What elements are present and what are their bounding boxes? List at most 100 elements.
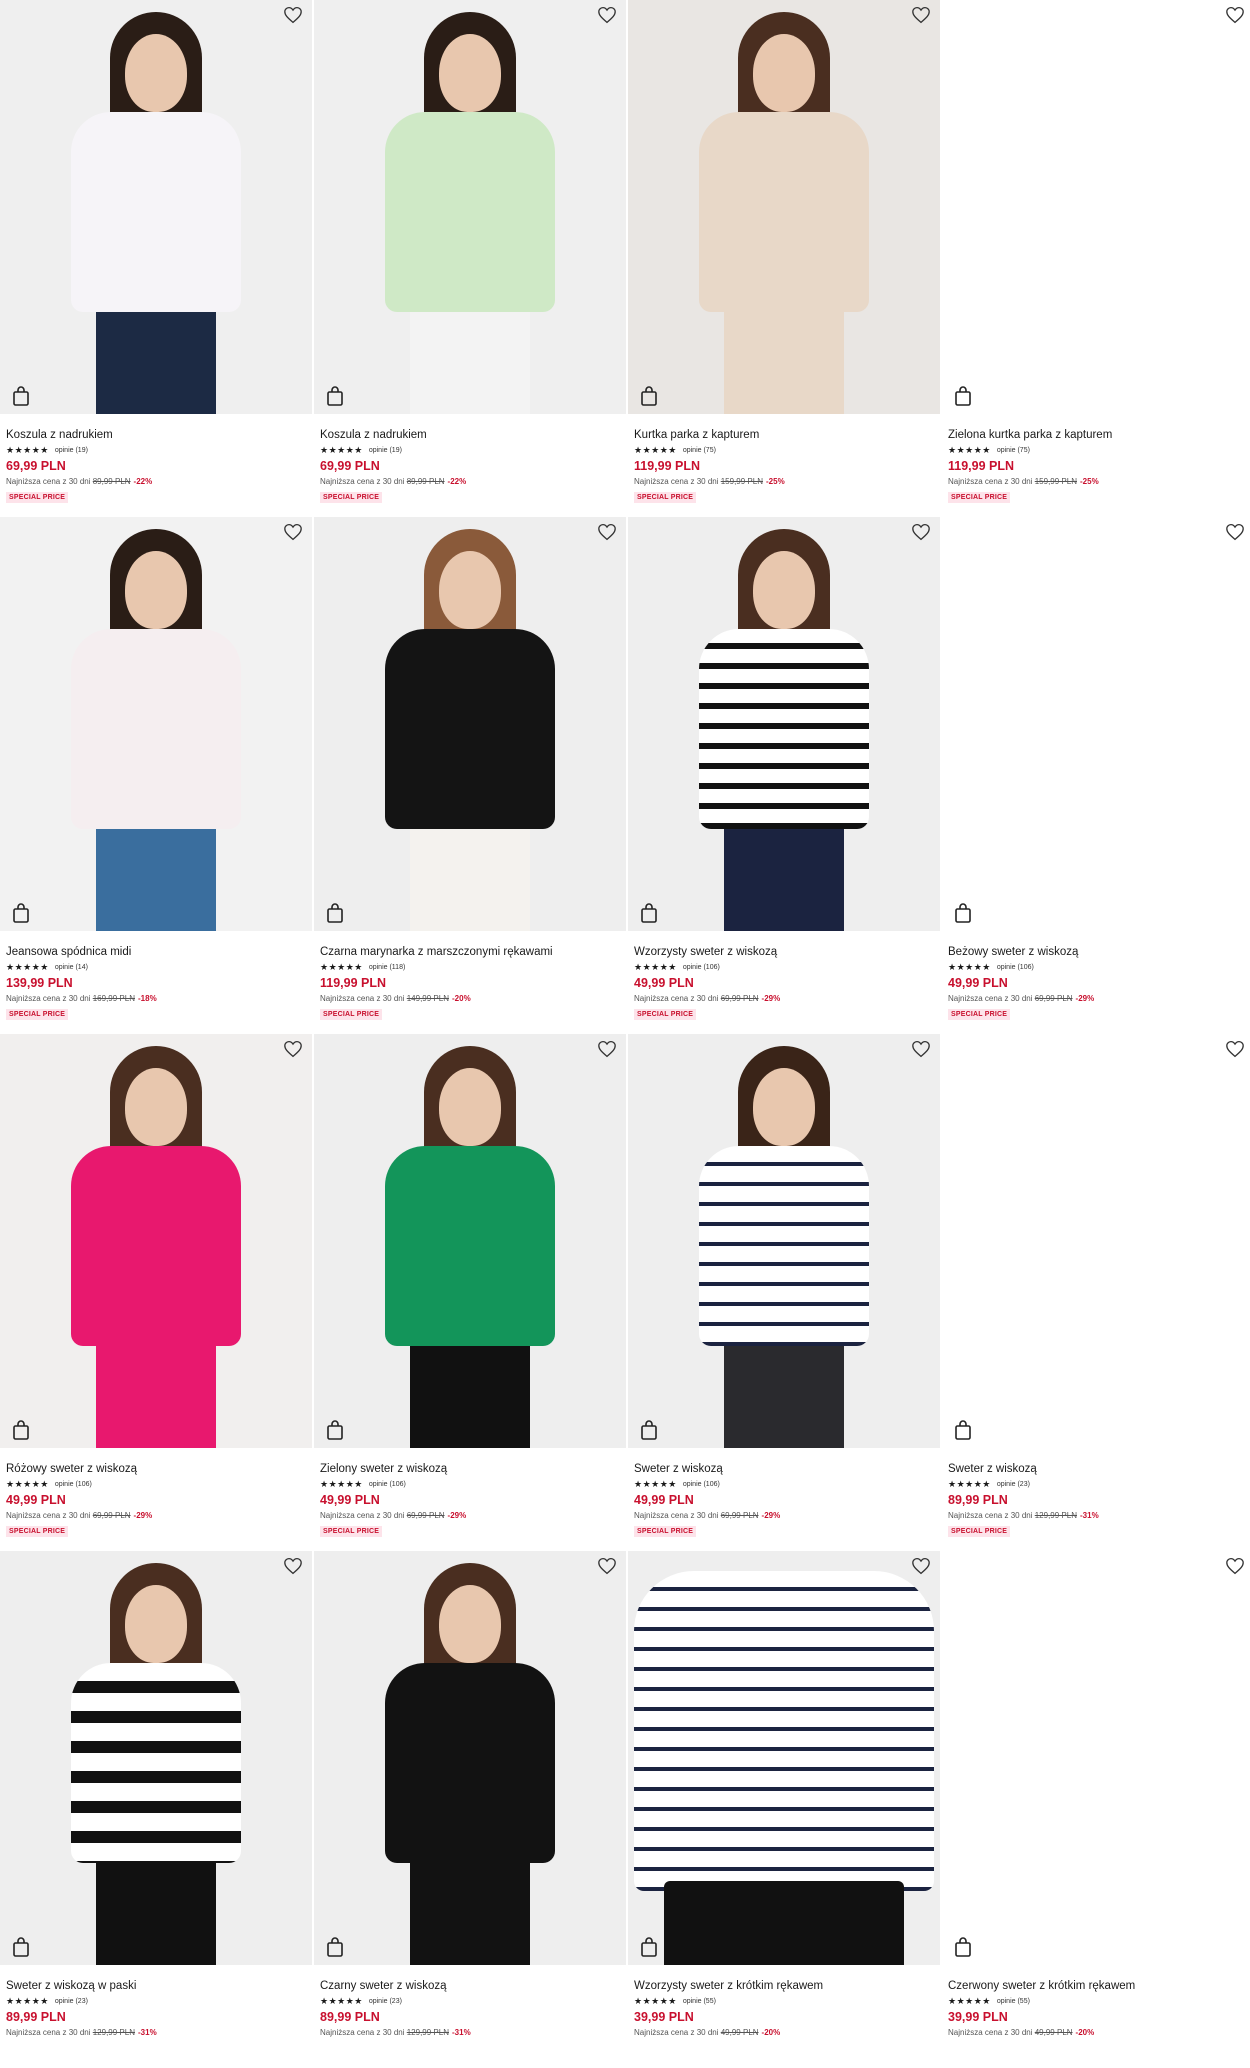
product-image[interactable] [0, 1551, 312, 1965]
review-count[interactable]: opinie (106) [683, 1481, 720, 1488]
wishlist-heart-icon[interactable] [282, 1557, 304, 1579]
add-to-bag-icon[interactable] [12, 386, 30, 406]
star-rating-icon: ★★★★★ [634, 962, 677, 972]
review-count[interactable]: opinie (106) [683, 964, 720, 971]
product-image[interactable] [628, 1034, 940, 1448]
product-name[interactable]: Koszula z nadrukiem [320, 428, 620, 442]
product-image[interactable] [628, 1551, 940, 1965]
product-image[interactable] [314, 1034, 626, 1448]
product-name[interactable]: Wzorzysty sweter z krótkim rękawem [634, 1979, 934, 1993]
wishlist-heart-icon[interactable] [282, 6, 304, 28]
add-to-bag-icon[interactable] [640, 903, 658, 923]
product-name[interactable]: Sweter z wiskozą [948, 1462, 1248, 1476]
product-card[interactable]: Czarna marynarka z marszczonymi rękawami… [314, 517, 626, 1034]
add-to-bag-icon[interactable] [326, 1937, 344, 1957]
product-image[interactable] [0, 0, 312, 414]
product-image[interactable] [942, 1034, 1250, 1448]
review-count[interactable]: opinie (23) [997, 1481, 1030, 1488]
wishlist-heart-icon[interactable] [910, 1040, 932, 1062]
wishlist-heart-icon[interactable] [910, 1557, 932, 1579]
wishlist-heart-icon[interactable] [910, 6, 932, 28]
wishlist-heart-icon[interactable] [282, 523, 304, 545]
wishlist-heart-icon[interactable] [596, 1557, 618, 1579]
wishlist-heart-icon[interactable] [596, 523, 618, 545]
product-card[interactable]: Wzorzysty sweter z wiskozą ★★★★★ opinie (1… [628, 517, 940, 1034]
product-image[interactable] [628, 0, 940, 414]
product-card[interactable]: Różowy sweter z wiskozą ★★★★★ opinie (106)… [0, 1034, 312, 1551]
product-name[interactable]: Beżowy sweter z wiskozą [948, 945, 1248, 959]
review-count[interactable]: opinie (75) [683, 447, 716, 454]
add-to-bag-icon[interactable] [640, 1937, 658, 1957]
wishlist-heart-icon[interactable] [282, 1040, 304, 1062]
product-name[interactable]: Jeansowa spódnica midi [6, 945, 306, 959]
wishlist-heart-icon[interactable] [596, 6, 618, 28]
wishlist-heart-icon[interactable] [1224, 1040, 1246, 1062]
discount-percent: -29% [761, 994, 781, 1003]
add-to-bag-icon[interactable] [12, 903, 30, 923]
product-name[interactable]: Zielony sweter z wiskozą [320, 1462, 620, 1476]
product-name[interactable]: Czarny sweter z wiskozą [320, 1979, 620, 1993]
product-card[interactable]: Zielona kurtka parka z kapturem ★★★★★ opin… [942, 0, 1250, 517]
review-count[interactable]: opinie (19) [55, 447, 88, 454]
review-count[interactable]: opinie (23) [55, 1998, 88, 2005]
product-card[interactable]: Wzorzysty sweter z krótkim rękawem ★★★★★ o… [628, 1551, 940, 2068]
review-count[interactable]: opinie (118) [369, 964, 405, 971]
product-info: Zielona kurtka parka z kapturem ★★★★★ opin… [942, 414, 1250, 504]
add-to-bag-icon[interactable] [326, 386, 344, 406]
product-card[interactable]: Koszula z nadrukiem ★★★★★ opinie (19) 69,99… [0, 0, 312, 517]
wishlist-heart-icon[interactable] [1224, 1557, 1246, 1579]
add-to-bag-icon[interactable] [326, 1420, 344, 1440]
review-count[interactable]: opinie (106) [55, 1481, 92, 1488]
product-image[interactable] [314, 1551, 626, 1965]
product-name[interactable]: Różowy sweter z wiskozą [6, 1462, 306, 1476]
product-name[interactable]: Wzorzysty sweter z wiskozą [634, 945, 934, 959]
product-card[interactable]: Jeansowa spódnica midi ★★★★★ opinie (14) 13… [0, 517, 312, 1034]
product-name[interactable]: Kurtka parka z kapturem [634, 428, 934, 442]
review-count[interactable]: opinie (55) [683, 1998, 716, 2005]
product-image[interactable] [942, 1551, 1250, 1965]
review-count[interactable]: opinie (14) [55, 964, 88, 971]
add-to-bag-icon[interactable] [954, 903, 972, 923]
review-count[interactable]: opinie (106) [997, 964, 1034, 971]
product-card[interactable]: Zielony sweter z wiskozą ★★★★★ opinie (106… [314, 1034, 626, 1551]
review-count[interactable]: opinie (19) [369, 447, 402, 454]
product-name[interactable]: Czerwony sweter z krótkim rękawem [948, 1979, 1248, 1993]
add-to-bag-icon[interactable] [12, 1937, 30, 1957]
product-card[interactable]: Beżowy sweter z wiskozą ★★★★★ opinie (106)… [942, 517, 1250, 1034]
wishlist-heart-icon[interactable] [1224, 6, 1246, 28]
review-count[interactable]: opinie (23) [369, 1998, 402, 2005]
add-to-bag-icon[interactable] [12, 1420, 30, 1440]
product-card[interactable]: Sweter z wiskozą ★★★★★ opinie (106) 49,99 P… [628, 1034, 940, 1551]
wishlist-heart-icon[interactable] [910, 523, 932, 545]
product-name[interactable]: Koszula z nadrukiem [6, 428, 306, 442]
product-card[interactable]: Kurtka parka z kapturem ★★★★★ opinie (75) 1… [628, 0, 940, 517]
product-name[interactable]: Sweter z wiskozą w paski [6, 1979, 306, 1993]
wishlist-heart-icon[interactable] [596, 1040, 618, 1062]
add-to-bag-icon[interactable] [954, 1420, 972, 1440]
product-name[interactable]: Zielona kurtka parka z kapturem [948, 428, 1248, 442]
product-name[interactable]: Sweter z wiskozą [634, 1462, 934, 1476]
add-to-bag-icon[interactable] [954, 1937, 972, 1957]
review-count[interactable]: opinie (55) [997, 1998, 1030, 2005]
review-count[interactable]: opinie (106) [369, 1481, 406, 1488]
product-card[interactable]: Czarny sweter z wiskozą ★★★★★ opinie (23) 8… [314, 1551, 626, 2068]
add-to-bag-icon[interactable] [954, 386, 972, 406]
add-to-bag-icon[interactable] [640, 1420, 658, 1440]
product-price: 49,99 PLN [320, 1493, 380, 1507]
product-image[interactable] [942, 517, 1250, 931]
wishlist-heart-icon[interactable] [1224, 523, 1246, 545]
product-card[interactable]: Sweter z wiskozą w paski ★★★★★ opinie (23)… [0, 1551, 312, 2068]
product-card[interactable]: Sweter z wiskozą ★★★★★ opinie (23) 89,99 PL… [942, 1034, 1250, 1551]
product-image[interactable] [0, 517, 312, 931]
product-card[interactable]: Koszula z nadrukiem ★★★★★ opinie (19) 69,99… [314, 0, 626, 517]
add-to-bag-icon[interactable] [326, 903, 344, 923]
product-image[interactable] [314, 517, 626, 931]
product-image[interactable] [942, 0, 1250, 414]
product-image[interactable] [314, 0, 626, 414]
product-card[interactable]: Czerwony sweter z krótkim rękawem ★★★★★ op… [942, 1551, 1250, 2068]
product-name[interactable]: Czarna marynarka z marszczonymi rękawami [320, 945, 620, 959]
product-image[interactable] [628, 517, 940, 931]
add-to-bag-icon[interactable] [640, 386, 658, 406]
review-count[interactable]: opinie (75) [997, 447, 1030, 454]
product-image[interactable] [0, 1034, 312, 1448]
